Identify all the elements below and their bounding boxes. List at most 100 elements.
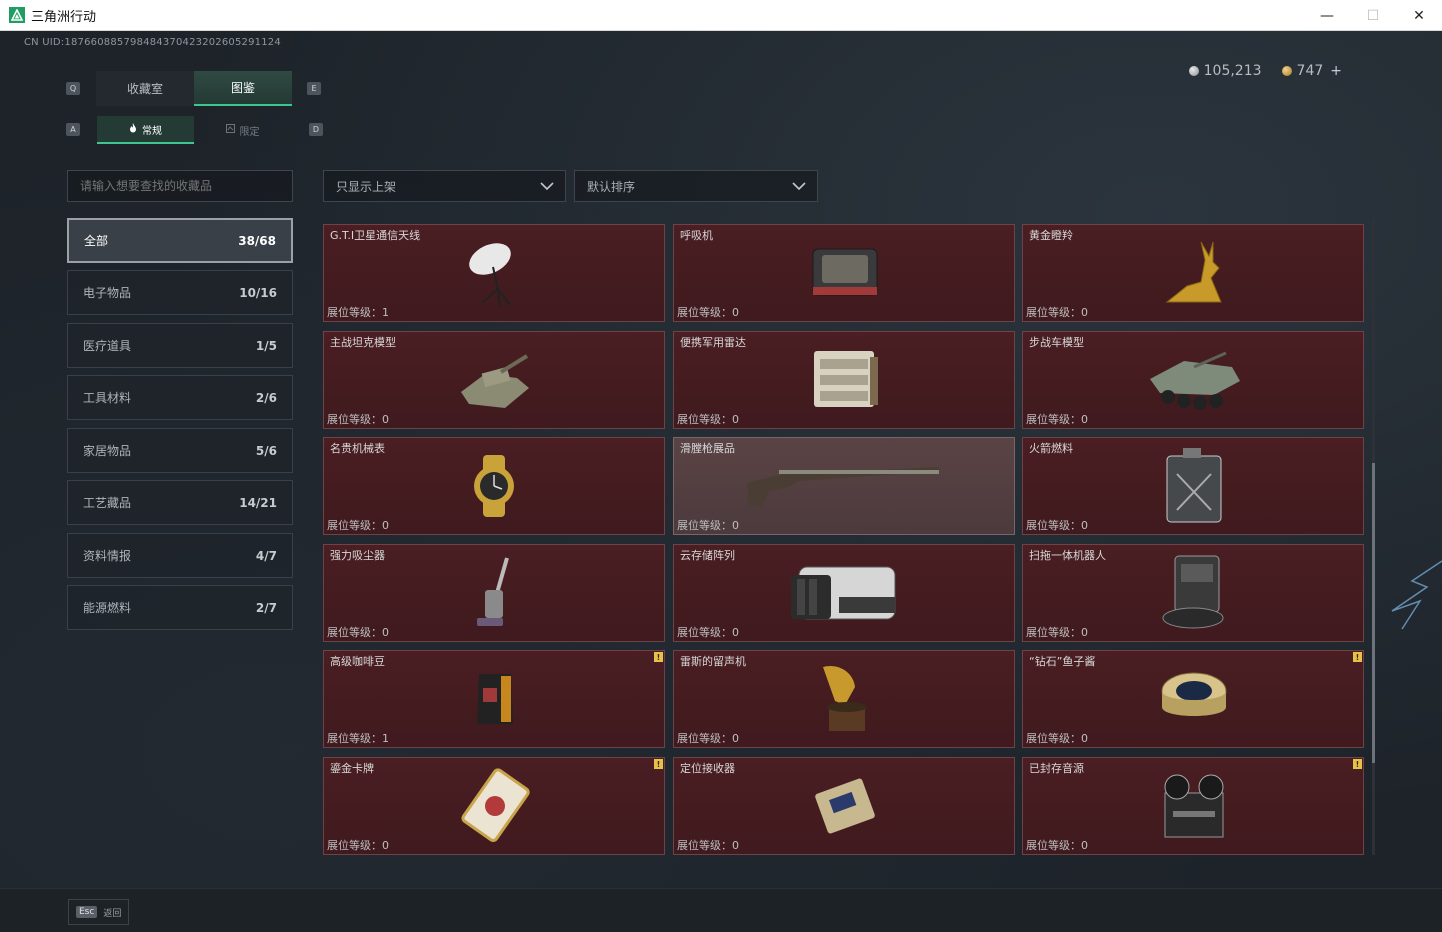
- warning-badge: !: [1353, 759, 1362, 769]
- category-tools[interactable]: 工具材料 2/6: [67, 375, 293, 420]
- silver-coin-icon: [1188, 66, 1199, 76]
- golden-gazelle-icon: [1134, 237, 1254, 309]
- item-card[interactable]: 步战车模型 展位等级：0: [1022, 331, 1364, 429]
- tab-codex[interactable]: 图鉴: [194, 71, 292, 106]
- item-level: 展位等级：0: [1026, 732, 1088, 745]
- item-name: 定位接收器: [680, 762, 735, 775]
- caviar-tin-icon: [1134, 663, 1254, 735]
- item-level: 展位等级：0: [327, 839, 389, 852]
- item-name: 扫拖一体机器人: [1029, 549, 1106, 562]
- item-card[interactable]: 黄金瞪羚 展位等级：0: [1022, 224, 1364, 322]
- category-count: 2/7: [255, 600, 277, 615]
- tab-limited[interactable]: 限定: [194, 116, 291, 144]
- shelf-filter-dropdown[interactable]: 只显示上架: [323, 170, 566, 202]
- game-area: CN UID:18766088579848437042320260529112​…: [0, 31, 1442, 932]
- item-card[interactable]: 定位接收器 展位等级：0: [673, 757, 1015, 855]
- category-all[interactable]: 全部 38/68: [67, 218, 293, 263]
- item-card[interactable]: 扫拖一体机器人 展位等级：0: [1022, 544, 1364, 642]
- currency-bar: 105,213 747 +: [1188, 63, 1342, 79]
- category-label: 工具材料: [83, 391, 132, 405]
- collection-search-input[interactable]: [67, 170, 293, 202]
- player-uid: CN UID:18766088579848437042320260529112​…: [24, 37, 281, 48]
- item-name: 雷斯的留声机: [680, 655, 746, 668]
- item-card[interactable]: 已封存音源 展位等级：0 !: [1022, 757, 1364, 855]
- gold-currency: 747 +: [1281, 63, 1342, 79]
- tab-collection[interactable]: 收藏室: [96, 71, 194, 106]
- item-level: 展位等级：0: [1026, 626, 1088, 639]
- item-card[interactable]: 呼吸机 展位等级：0: [673, 224, 1015, 322]
- item-card[interactable]: G.T.I卫星通信天线 展位等级：1: [323, 224, 665, 322]
- category-label: 医疗道具: [83, 339, 132, 353]
- sort-dropdown[interactable]: 默认排序: [574, 170, 818, 202]
- item-card[interactable]: 滑膛枪展品 展位等级：0: [673, 437, 1015, 535]
- item-card[interactable]: 主战坦克模型 展位等级：0: [323, 331, 665, 429]
- category-count: 10/16: [239, 285, 277, 300]
- item-level: 展位等级：0: [1026, 413, 1088, 426]
- item-name: “钻石”鱼子酱: [1029, 655, 1096, 668]
- item-level: 展位等级：0: [677, 626, 739, 639]
- item-level: 展位等级：1: [327, 306, 389, 319]
- watch-icon: [435, 450, 555, 522]
- item-level: 展位等级：0: [677, 306, 739, 319]
- category-count: 2/6: [255, 390, 277, 405]
- category-count: 1/5: [255, 338, 277, 353]
- esc-key-hint: Esc: [76, 906, 98, 918]
- fuel-can-icon: [1134, 448, 1254, 523]
- category-label: 资料情报: [83, 549, 132, 563]
- item-card[interactable]: 便携军用雷达 展位等级：0: [673, 331, 1015, 429]
- item-name: 主战坦克模型: [330, 336, 396, 349]
- item-name: 已封存音源: [1029, 762, 1084, 775]
- category-household[interactable]: 家居物品 5/6: [67, 428, 293, 473]
- item-name: 步战车模型: [1029, 336, 1084, 349]
- category-intel[interactable]: 资料情报 4/7: [67, 533, 293, 578]
- item-name: 名贵机械表: [330, 442, 385, 455]
- category-label: 电子物品: [83, 286, 132, 300]
- item-level: 展位等级：0: [1026, 839, 1088, 852]
- bottom-bar: Esc 返回: [0, 888, 1442, 932]
- item-card[interactable]: 雷斯的留声机 展位等级：0: [673, 650, 1015, 748]
- item-name: 火箭燃料: [1029, 442, 1073, 455]
- back-button[interactable]: Esc 返回: [68, 899, 129, 925]
- warning-badge: !: [654, 652, 663, 662]
- item-name: 呼吸机: [680, 229, 713, 242]
- item-level: 展位等级：0: [677, 413, 739, 426]
- lightning-decoration: [1372, 551, 1442, 635]
- item-level: 展位等级：0: [1026, 306, 1088, 319]
- tab-normal-label: 常规: [142, 125, 162, 137]
- item-name: 滑膛枪展品: [680, 442, 735, 455]
- back-label: 返回: [103, 908, 122, 919]
- add-currency-button[interactable]: +: [1330, 63, 1342, 79]
- item-card[interactable]: 火箭燃料 展位等级：0: [1022, 437, 1364, 535]
- item-card[interactable]: 强力吸尘器 展位等级：0: [323, 544, 665, 642]
- item-level: 展位等级：0: [327, 519, 389, 532]
- silver-currency: 105,213: [1188, 63, 1262, 79]
- item-name: 便携军用雷达: [680, 336, 746, 349]
- item-name: 强力吸尘器: [330, 549, 385, 562]
- item-card[interactable]: 名贵机械表 展位等级：0: [323, 437, 665, 535]
- item-level: 展位等级：0: [677, 519, 739, 532]
- warning-badge: !: [654, 759, 663, 769]
- gramophone-icon: [785, 663, 905, 735]
- item-card[interactable]: 云存储阵列 展位等级：0: [673, 544, 1015, 642]
- item-card[interactable]: 高级咖啡豆 展位等级：1 !: [323, 650, 665, 748]
- category-electronics[interactable]: 电子物品 10/16: [67, 270, 293, 315]
- category-crafts[interactable]: 工艺藏品 14/21: [67, 480, 293, 525]
- category-count: 14/21: [239, 495, 277, 510]
- tab-normal[interactable]: 常规: [97, 116, 194, 144]
- maximize-button[interactable]: ☐: [1350, 0, 1396, 31]
- coffee-bag-icon: [435, 663, 555, 735]
- minimize-button[interactable]: —: [1304, 0, 1350, 31]
- close-button[interactable]: ✕: [1396, 0, 1442, 31]
- item-card[interactable]: “钻石”鱼子酱 展位等级：0 !: [1022, 650, 1364, 748]
- gps-receiver-icon: [785, 770, 905, 842]
- silver-amount: 105,213: [1203, 63, 1262, 79]
- satellite-dish-icon: [435, 237, 555, 309]
- item-card[interactable]: 鎏金卡牌 展位等级：0 !: [323, 757, 665, 855]
- category-medical[interactable]: 医疗道具 1/5: [67, 323, 293, 368]
- app-logo-icon: [9, 7, 25, 23]
- reel-recorder-icon: [1134, 770, 1254, 842]
- category-count: 4/7: [255, 548, 277, 563]
- category-fuel[interactable]: 能源燃料 2/7: [67, 585, 293, 630]
- key-d-hint: D: [309, 123, 323, 136]
- item-name: G.T.I卫星通信天线: [330, 229, 421, 242]
